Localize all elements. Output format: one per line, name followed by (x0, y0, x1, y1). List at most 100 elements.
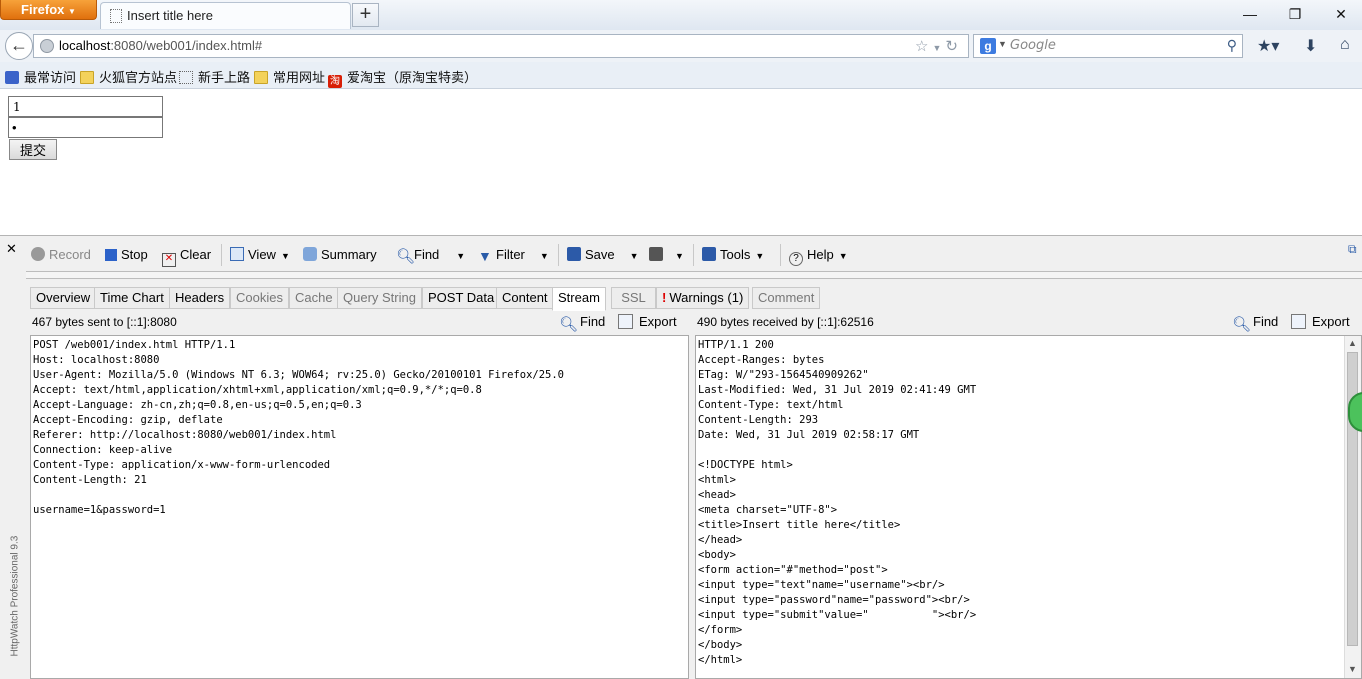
request-stream-pane[interactable]: POST /web001/index.html HTTP/1.1 Host: l… (30, 335, 689, 679)
tab-warnings-label: Warnings (1) (669, 290, 744, 305)
response-scrollbar[interactable]: ▲ ▼ (1344, 336, 1361, 678)
bookmarks-menu-icon[interactable]: ★▾ (1257, 36, 1279, 56)
response-find-button[interactable]: 🔍︎ Find (1232, 314, 1278, 332)
close-window-button[interactable]: ✕ (1329, 4, 1353, 24)
export-label: Export (639, 314, 677, 329)
tools-label: Tools (720, 247, 751, 262)
request-export-button[interactable]: Export (618, 314, 677, 329)
export-icon (1291, 314, 1306, 329)
save-button[interactable]: Save ▼ (567, 247, 639, 262)
panel-splitter[interactable] (26, 271, 1362, 279)
tab-cache[interactable]: Cache (289, 287, 339, 309)
save-label: Save (585, 247, 615, 262)
password-input[interactable] (8, 117, 163, 138)
request-find-button[interactable]: 🔍︎ Find (559, 314, 605, 332)
username-input[interactable] (8, 96, 163, 117)
arrow-left-icon: ← (10, 35, 28, 55)
downloads-icon[interactable]: ⬇ (1304, 36, 1317, 56)
tab-warnings[interactable]: ! Warnings (1) (656, 287, 750, 309)
httpwatch-toolbar: Record Stop ✕ Clear View ▼ Summary 🔍︎Find ▼… (26, 238, 1362, 270)
export-label: Export (1312, 314, 1350, 329)
stop-button[interactable]: Stop (105, 247, 148, 262)
filter-label: Filter (496, 247, 525, 262)
bookmark-most-visited[interactable]: 最常访问 (5, 67, 76, 86)
search-bar[interactable]: g ▼ ⚲ (973, 34, 1243, 58)
find-button[interactable]: 🔍︎Find ▼ (396, 247, 465, 264)
close-icon[interactable]: ✕ (6, 241, 17, 257)
tab-comment[interactable]: Comment (752, 287, 821, 309)
url-bar[interactable]: localhost:8080/web001/index.html# ☆▼↻ (33, 34, 969, 58)
summary-button[interactable]: Summary (303, 247, 377, 262)
tab-ssl[interactable]: SSL (611, 287, 656, 309)
bookmark-getting-started[interactable]: 新手上路 (179, 67, 250, 86)
minimize-button[interactable]: — (1238, 4, 1262, 24)
gear-icon (5, 71, 19, 84)
reload-icon[interactable]: ↻ (945, 38, 962, 55)
view-label: View (248, 247, 276, 262)
popout-icon[interactable]: ⧉ (1348, 242, 1357, 257)
folder-icon (80, 71, 94, 84)
tab-title: Insert title here (127, 8, 213, 23)
chevron-down-icon: ▼ (838, 251, 848, 261)
tab-time-chart[interactable]: Time Chart (94, 287, 170, 309)
filter-icon: ▼ (478, 248, 492, 264)
restore-button[interactable]: ❐ (1283, 4, 1307, 24)
tools-button[interactable]: Tools ▼ (702, 247, 764, 262)
request-stream-text: POST /web001/index.html HTTP/1.1 Host: l… (33, 339, 565, 516)
response-stream-pane[interactable]: HTTP/1.1 200 Accept-Ranges: bytes ETag: … (695, 335, 1362, 679)
url-actions: ☆▼↻ (915, 37, 962, 55)
scroll-up-icon[interactable]: ▲ (1348, 338, 1357, 348)
google-icon[interactable]: g (980, 38, 996, 54)
httpwatch-sidebar: ✕ HttpWatch Professional 9.3 (0, 236, 26, 679)
bookmark-label: 火狐官方站点 (99, 70, 178, 85)
help-button[interactable]: ? Help ▼ (789, 247, 848, 266)
httpwatch-brand: HttpWatch Professional 9.3 (9, 535, 21, 657)
httpwatch-panel: ✕ HttpWatch Professional 9.3 Record Stop… (0, 235, 1362, 679)
search-input[interactable] (1010, 38, 1210, 53)
chevron-down-icon: ▼ (675, 251, 684, 261)
record-label: Record (49, 247, 91, 262)
back-button[interactable]: ← (5, 32, 33, 60)
submit-button[interactable]: 提交 (9, 139, 57, 160)
tab-post-data[interactable]: POST Data (422, 287, 501, 309)
bookmark-common-sites[interactable]: 常用网址 (254, 67, 325, 86)
tab-query-string[interactable]: Query String (337, 287, 422, 309)
tab-cookies[interactable]: Cookies (230, 287, 289, 309)
clear-icon: ✕ (162, 253, 176, 267)
new-tab-button[interactable]: + (352, 3, 379, 27)
bookmark-label: 最常访问 (24, 70, 77, 85)
chevron-down-icon: ▼ (280, 251, 290, 261)
browser-tab[interactable]: Insert title here (100, 2, 351, 29)
find-label: Find (580, 314, 606, 329)
tab-headers[interactable]: Headers (169, 287, 231, 309)
response-stream-text: HTTP/1.1 200 Accept-Ranges: bytes ETag: … (698, 339, 977, 666)
tab-overview[interactable]: Overview (30, 287, 97, 309)
find-label: Find (414, 247, 440, 262)
chevron-down-icon[interactable]: ▼ (933, 43, 946, 53)
search-icon[interactable]: ⚲ (1227, 37, 1237, 54)
bookmark-label: 爱淘宝（原淘宝特卖） (347, 70, 478, 85)
print-button[interactable]: ▼ (649, 247, 684, 262)
toolbox-icon (702, 247, 716, 261)
clear-button[interactable]: ✕ Clear (162, 247, 211, 267)
url-path: :8080/web001/index.html# (110, 38, 263, 53)
url-text: localhost:8080/web001/index.html# (59, 38, 262, 53)
bookmark-taobao[interactable]: 淘爱淘宝（原淘宝特卖） (328, 67, 477, 88)
chevron-down-icon: ▼ (68, 7, 76, 16)
chevron-down-icon[interactable]: ▼ (998, 39, 1007, 49)
warning-icon: ! (662, 290, 667, 305)
response-export-button[interactable]: Export (1291, 314, 1350, 329)
scroll-down-icon[interactable]: ▼ (1348, 664, 1357, 674)
star-icon[interactable]: ☆ (915, 38, 932, 55)
restore-icon: ❐ (1288, 6, 1302, 22)
tab-stream[interactable]: Stream (552, 287, 606, 311)
page-icon (179, 71, 193, 84)
bookmark-firefox-site[interactable]: 火狐官方站点 (80, 67, 177, 86)
home-icon[interactable]: ⌂ (1340, 36, 1350, 54)
view-button[interactable]: View ▼ (230, 247, 290, 262)
firefox-menu-button[interactable]: Firefox ▼ (0, 0, 97, 20)
search-icon: 🔍︎ (396, 248, 416, 265)
record-button[interactable]: Record (31, 247, 91, 262)
tab-content[interactable]: Content (496, 287, 554, 309)
filter-button[interactable]: ▼ Filter ▼ (478, 247, 549, 263)
